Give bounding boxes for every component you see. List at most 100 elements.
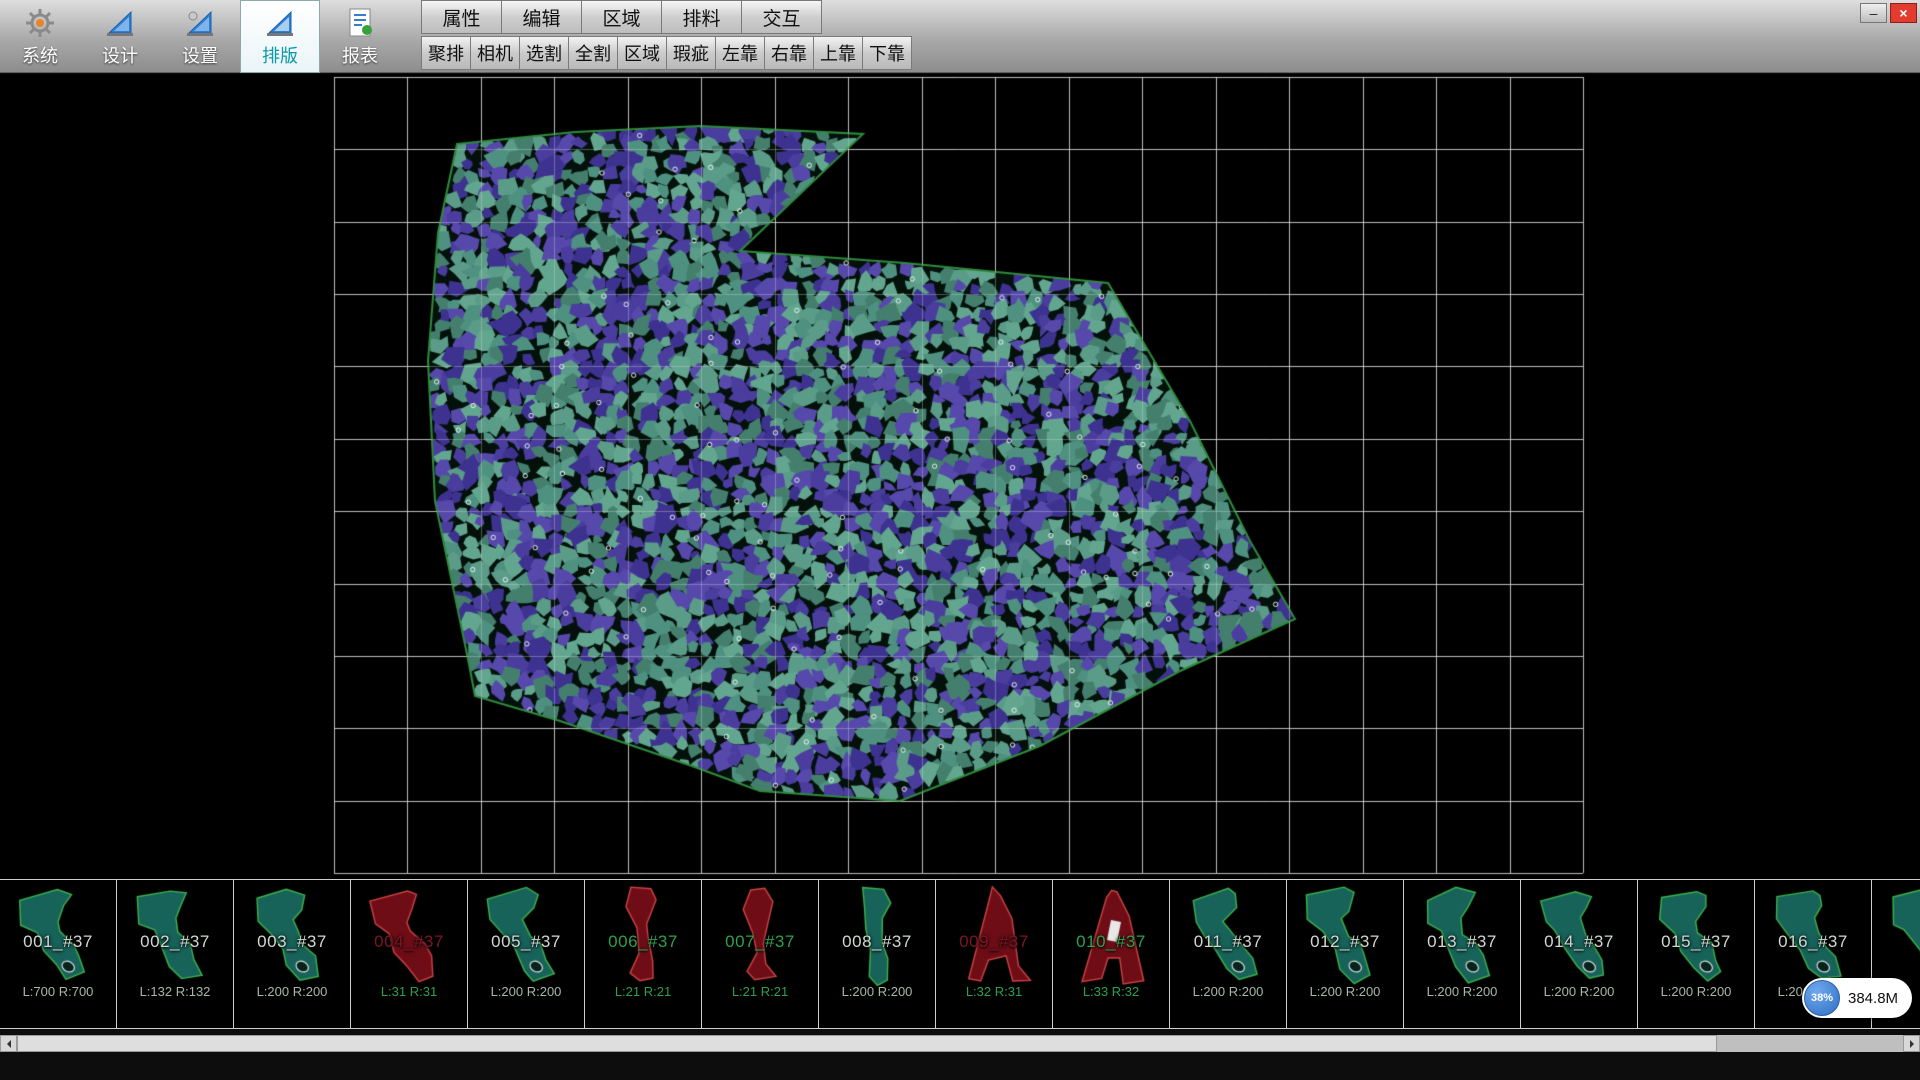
part-id: 015_#37 — [1638, 932, 1754, 952]
menu-tab-edit[interactable]: 编辑 — [501, 0, 582, 34]
part-counts: L:200 R:200 — [1404, 984, 1520, 999]
part-shape — [117, 880, 234, 1028]
part-id: 004_#37 — [351, 932, 467, 952]
part-counts: L:700 R:700 — [0, 984, 116, 999]
design-icon — [102, 5, 138, 41]
part-id: 003_#37 — [234, 932, 350, 952]
menu-tab-properties[interactable]: 属性 — [421, 0, 502, 34]
part-shape — [1404, 880, 1521, 1028]
part-id: 012_#37 — [1287, 932, 1403, 952]
part-slot-001_#37[interactable]: 001_#37 L:700 R:700 — [0, 880, 117, 1028]
part-slot-014_#37[interactable]: 014_#37 L:200 R:200 — [1521, 880, 1638, 1028]
part-shape — [1287, 880, 1404, 1028]
part-id: 008_#37 — [819, 932, 935, 952]
part-counts: L:200 R:200 — [234, 984, 350, 999]
part-id: 009_#37 — [936, 932, 1052, 952]
part-shape — [702, 880, 819, 1028]
part-counts: L:200 R:200 — [1638, 984, 1754, 999]
part-slot-013_#37[interactable]: 013_#37 L:200 R:200 — [1404, 880, 1521, 1028]
scroll-thumb[interactable] — [17, 1035, 1717, 1052]
part-id: 014_#37 — [1521, 932, 1637, 952]
tool-button-select-cut[interactable]: 选割 — [519, 36, 569, 70]
tool-button-snap-top[interactable]: 上靠 — [813, 36, 863, 70]
part-id: 007_#37 — [702, 932, 818, 952]
tool-button-defect[interactable]: 瑕疵 — [666, 36, 716, 70]
mode-label: 设计 — [102, 42, 138, 68]
part-slot-010_#37[interactable]: 010_#37L:33 R:32 — [1053, 880, 1170, 1028]
part-counts: L:31 R:31 — [351, 984, 467, 999]
part-shape — [1053, 880, 1170, 1028]
tool-button-snap-left[interactable]: 左靠 — [715, 36, 765, 70]
part-counts: L:200 R:200 — [819, 984, 935, 999]
parts-strip: 001_#37 L:700 R:700002_#37L:132 R:132003_… — [0, 879, 1920, 1029]
part-slot-004_#37[interactable]: 004_#37 L:31 R:31 — [351, 880, 468, 1028]
minimize-button[interactable]: – — [1860, 3, 1887, 23]
tool-button-region[interactable]: 区域 — [617, 36, 667, 70]
settings-icon — [182, 5, 218, 41]
ribbon: 系统设计设置排版报表 属性编辑区域排料交互 聚排相机选割全割区域瑕疵左靠右靠上靠… — [0, 0, 1920, 73]
part-slot-005_#37[interactable]: 005_#37 L:200 R:200 — [468, 880, 585, 1028]
nesting-canvas[interactable] — [0, 74, 1920, 879]
menu-tab-interact[interactable]: 交互 — [741, 0, 822, 34]
menu-tab-region[interactable]: 区域 — [581, 0, 662, 34]
mode-label: 设置 — [182, 42, 218, 68]
menu-tab-nesting[interactable]: 排料 — [661, 0, 742, 34]
mode-label: 排版 — [262, 42, 298, 68]
tool-buttons: 聚排相机选割全割区域瑕疵左靠右靠上靠下靠 — [422, 36, 912, 70]
part-id: 013_#37 — [1404, 932, 1520, 952]
mode-button-design[interactable]: 设计 — [80, 0, 160, 73]
tool-button-camera[interactable]: 相机 — [470, 36, 520, 70]
part-id: 006_#37 — [585, 932, 701, 952]
part-slot-007_#37[interactable]: 007_#37 L:21 R:21 — [702, 880, 819, 1028]
progress-value: 38% — [1811, 992, 1833, 1004]
close-button[interactable]: × — [1890, 3, 1917, 23]
workspace — [0, 74, 1920, 879]
part-counts: L:200 R:200 — [468, 984, 584, 999]
part-id: 010_#37 — [1053, 932, 1169, 952]
part-counts: L:200 R:200 — [1287, 984, 1403, 999]
part-counts: L:21 R:21 — [702, 984, 818, 999]
gear-icon — [22, 5, 58, 41]
part-shape — [0, 880, 117, 1028]
mode-button-report[interactable]: 报表 — [320, 0, 400, 73]
scroll-left-button[interactable] — [0, 1035, 17, 1052]
part-shape — [936, 880, 1053, 1028]
part-counts: L:200 R:200 — [1521, 984, 1637, 999]
tool-button-cut-all[interactable]: 全割 — [568, 36, 618, 70]
part-slot-012_#37[interactable]: 012_#37 L:200 R:200 — [1287, 880, 1404, 1028]
part-shape — [1170, 880, 1287, 1028]
mode-label: 系统 — [22, 42, 58, 68]
window-controls: – × — [1860, 3, 1917, 23]
part-slot-011_#37[interactable]: 011_#37 L:200 R:200 — [1170, 880, 1287, 1028]
mode-label: 报表 — [342, 42, 378, 68]
part-slot-003_#37[interactable]: 003_#37 L:200 R:200 — [234, 880, 351, 1028]
menu-tabs: 属性编辑区域排料交互 — [422, 0, 822, 34]
part-shape — [351, 880, 468, 1028]
mode-button-layout[interactable]: 排版 — [240, 0, 320, 73]
memory-label: 384.8M — [1848, 990, 1898, 1007]
part-shape — [234, 880, 351, 1028]
report-icon — [342, 5, 378, 41]
memory-status: 38% 384.8M — [1802, 978, 1912, 1018]
mode-button-setup[interactable]: 设置 — [160, 0, 240, 73]
part-slot-015_#37[interactable]: 015_#37 L:200 R:200 — [1638, 880, 1755, 1028]
horizontal-scrollbar[interactable] — [0, 1035, 1920, 1052]
part-slot-008_#37[interactable]: 008_#37 L:200 R:200 — [819, 880, 936, 1028]
scroll-right-button[interactable] — [1903, 1035, 1920, 1052]
tool-button-snap-right[interactable]: 右靠 — [764, 36, 814, 70]
part-counts: L:32 R:31 — [936, 984, 1052, 999]
tool-button-snap-bottom[interactable]: 下靠 — [862, 36, 912, 70]
part-shape — [819, 880, 936, 1028]
part-shape — [585, 880, 702, 1028]
mode-button-system[interactable]: 系统 — [0, 0, 80, 73]
part-id: 011_#37 — [1170, 932, 1286, 952]
tool-button-cluster-nest[interactable]: 聚排 — [421, 36, 471, 70]
part-slot-002_#37[interactable]: 002_#37L:132 R:132 — [117, 880, 234, 1028]
part-id: 001_#37 — [0, 932, 116, 952]
part-slot-006_#37[interactable]: 006_#37L:21 R:21 — [585, 880, 702, 1028]
part-id: 002_#37 — [117, 932, 233, 952]
part-counts: L:200 R:200 — [1170, 984, 1286, 999]
app-window: 系统设计设置排版报表 属性编辑区域排料交互 聚排相机选割全割区域瑕疵左靠右靠上靠… — [0, 0, 1920, 1080]
part-slot-009_#37[interactable]: 009_#37 L:32 R:31 — [936, 880, 1053, 1028]
part-id: 005_#37 — [468, 932, 584, 952]
